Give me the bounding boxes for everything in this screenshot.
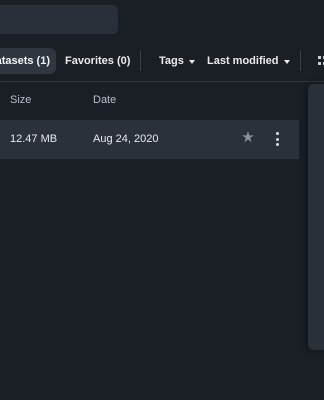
favorites-filter-label: Favorites (0): [65, 55, 131, 67]
caret-down-icon: [283, 59, 290, 64]
datasets-filter-label: atasets (1): [0, 55, 50, 67]
column-header-size[interactable]: Size: [10, 94, 31, 106]
dataset-browser: atasets (1) Favorites (0) Tags Last modi…: [0, 0, 324, 400]
tags-dropdown[interactable]: Tags: [159, 48, 195, 74]
filter-divider: [140, 51, 141, 71]
kebab-menu-icon[interactable]: [274, 131, 280, 147]
grid-view-icon[interactable]: [318, 56, 324, 65]
sort-dropdown-label: Last modified: [207, 55, 279, 67]
caret-down-icon: [188, 59, 195, 64]
search-input[interactable]: [0, 5, 118, 34]
star-icon[interactable]: ★: [240, 130, 256, 146]
tags-dropdown-label: Tags: [159, 55, 184, 67]
details-side-panel: [308, 84, 324, 350]
toolbar-divider: [0, 81, 324, 82]
datasets-filter-tab[interactable]: atasets (1): [0, 48, 56, 74]
view-divider: [300, 51, 301, 71]
favorites-filter-tab[interactable]: Favorites (0): [65, 48, 130, 74]
row-date-cell: Aug 24, 2020: [93, 133, 159, 145]
sort-dropdown[interactable]: Last modified: [207, 48, 290, 74]
row-size-cell: 12.47 MB: [10, 133, 58, 145]
column-header-date[interactable]: Date: [93, 94, 116, 106]
